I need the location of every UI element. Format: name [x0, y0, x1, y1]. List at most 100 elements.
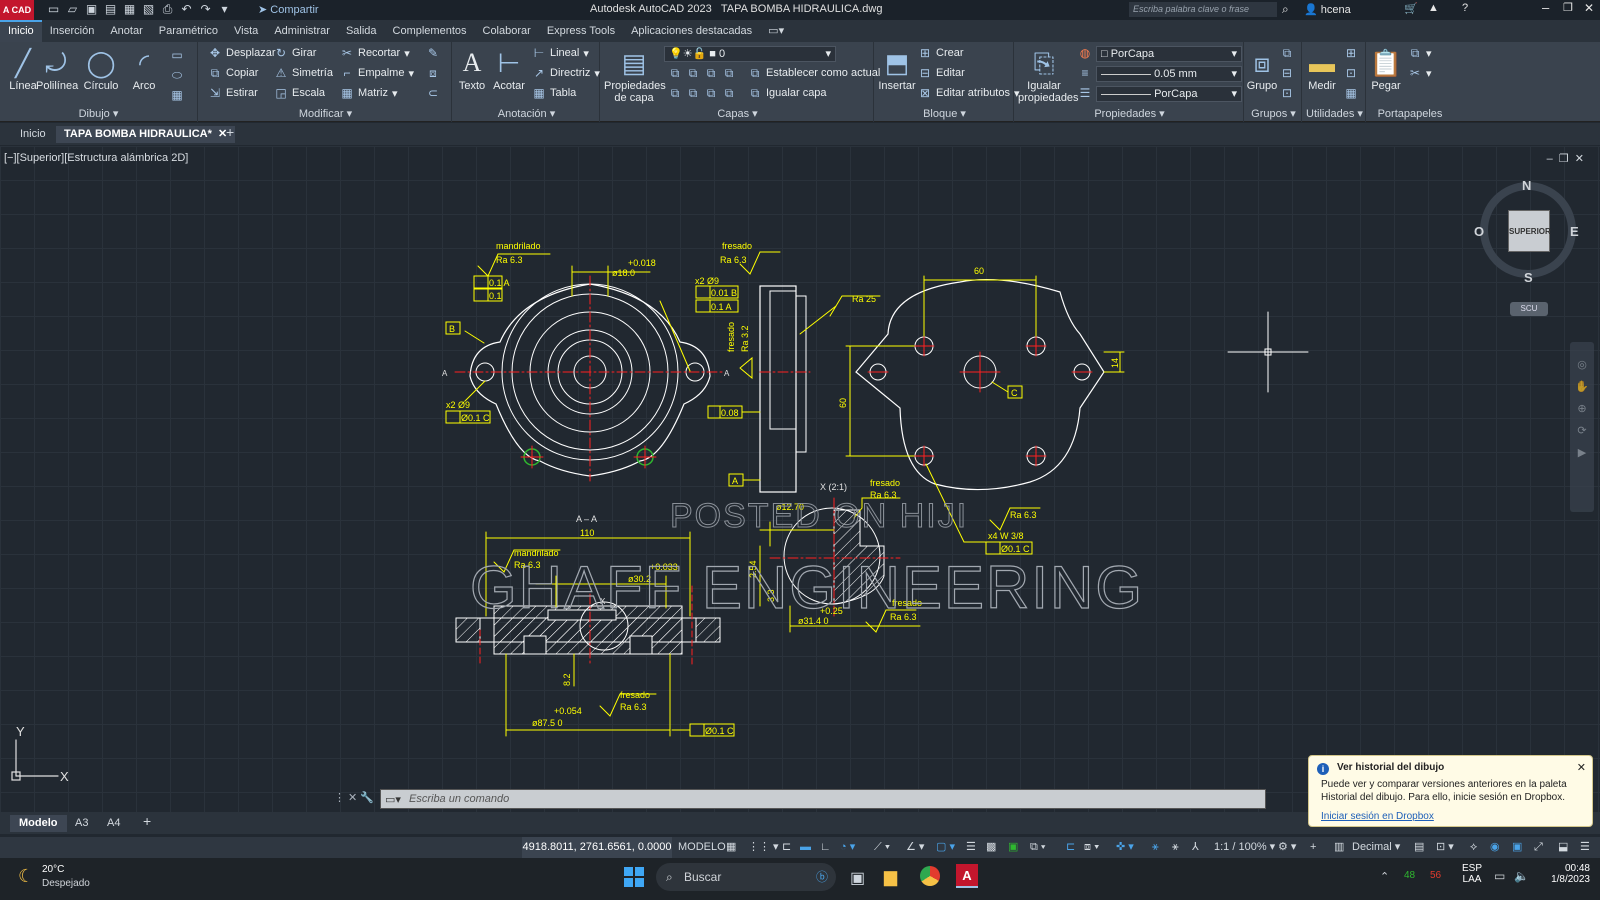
dynamic-ucs-icon[interactable]: ⊏ [1066, 837, 1075, 858]
redo-icon[interactable]: ↷ [198, 2, 213, 17]
share-button[interactable]: ➤ Compartir [258, 3, 319, 16]
tab-aplicaciones-destacadas[interactable]: Aplicaciones destacadas [623, 20, 760, 42]
panel-title-portapapeles[interactable]: Portapapeles [1368, 108, 1452, 120]
search-icon[interactable]: ⌕ [1282, 2, 1289, 17]
tab-active-drawing[interactable]: TAPA BOMBA HIDRAULICA* ✕ [56, 126, 236, 143]
customize-status-icon[interactable]: ☰ [1580, 837, 1590, 858]
taskbar-search[interactable]: ⌕ Buscar ⓑ [656, 863, 836, 891]
texto-button[interactable]: A Texto [454, 46, 490, 92]
matriz-button[interactable]: ▦ Matriz ▾ [340, 86, 397, 100]
file-explorer-icon[interactable]: ▆ [884, 867, 897, 887]
tab-express-tools[interactable]: Express Tools [539, 20, 623, 42]
transparency-icon[interactable]: ▩ [986, 837, 996, 858]
igualar-capa-button[interactable]: ⧉ Igualar capa [748, 86, 827, 100]
new-tab-button[interactable]: + [218, 124, 242, 141]
desplazar-button[interactable]: ✥ Desplazar [208, 46, 276, 60]
quick-properties-icon[interactable]: ▤ [1414, 837, 1424, 858]
group-select-icon[interactable]: ⊡ [1280, 86, 1294, 100]
arco-button[interactable]: ◜ Arco [126, 46, 162, 92]
viewcube-south[interactable]: S [1524, 270, 1533, 285]
dropbox-icon[interactable]: ⬓ [1558, 837, 1568, 858]
open-web-icon[interactable]: ▦ [122, 2, 137, 17]
graphics-performance-icon[interactable]: ◉ [1490, 837, 1500, 858]
minimize-icon[interactable]: – [1542, 0, 1549, 15]
save-web-icon[interactable]: ▧ [141, 2, 156, 17]
panel-title-grupos[interactable]: Grupos ▾ [1246, 107, 1301, 120]
user-menu[interactable]: 👤 hcena [1304, 3, 1351, 16]
auto-scale-icon[interactable]: ⚹ [1172, 837, 1179, 858]
tab-complementos[interactable]: Complementos [385, 20, 475, 42]
customize-qat-icon[interactable]: ▾ [217, 2, 232, 17]
command-line-handle[interactable]: ⋮ ✕ 🔧 [334, 791, 374, 804]
weather-desc[interactable]: Despejado [42, 878, 90, 889]
pegar-button[interactable]: 📋 Pegar [1368, 46, 1404, 92]
undo-icon[interactable]: ↶ [179, 2, 194, 17]
object-snap-icon[interactable]: ▢ ▾ [936, 837, 955, 858]
lock-ui-icon[interactable]: ⊡ ▾ [1436, 837, 1454, 858]
annotation-visibility-icon[interactable]: ⚹ [1152, 837, 1159, 858]
offset-icon[interactable]: ⊂ [426, 86, 440, 100]
selection-filter-icon[interactable]: ⧈ ▾ [1084, 837, 1099, 858]
annotation-scale-icon[interactable]: ⅄ [1192, 837, 1199, 858]
weather-moon-icon[interactable]: ☾ [18, 866, 34, 887]
autocad-logo[interactable]: A CAD [0, 0, 34, 20]
directriz-button[interactable]: ↗ Directriz ▾ [532, 66, 600, 80]
tab-administrar[interactable]: Administrar [266, 20, 338, 42]
circulo-button[interactable]: ◯ Círculo [80, 46, 122, 92]
panel-title-utilidades[interactable]: Utilidades ▾ [1304, 107, 1365, 120]
tray-app-icon-2[interactable]: 56 [1430, 870, 1441, 881]
fullscreen-icon[interactable]: ⤢ [1534, 837, 1543, 858]
tab-modelo[interactable]: Modelo [10, 815, 67, 832]
dropbox-login-link[interactable]: Iniciar sesión en Dropbox [1321, 811, 1434, 822]
help-icon[interactable]: ? [1462, 2, 1468, 14]
girar-button[interactable]: ↻ Girar [274, 46, 316, 60]
polar-tracking-icon[interactable]: ◔ ▾ [840, 837, 855, 858]
ellipse-icon[interactable]: ⬭ [170, 68, 184, 82]
tab-a3[interactable]: A3 [66, 815, 97, 832]
workspace-gear-icon[interactable]: ⚙ ▾ [1278, 837, 1296, 858]
language-indicator[interactable]: ESP LAA [1462, 863, 1482, 885]
igualar-propiedades-button[interactable]: ⎘ Igualar propiedades [1018, 46, 1079, 104]
annotation-monitor-icon[interactable]: + [1310, 837, 1316, 858]
tab-colaborar[interactable]: Colaborar [475, 20, 539, 42]
plot-icon[interactable]: ⎙ [160, 2, 175, 17]
layer-dropdown[interactable]: 💡☀🔓 ■ 0 ▾ [664, 46, 836, 62]
autodesk-account-icon[interactable]: ▲ [1428, 2, 1439, 14]
viewcube-face[interactable]: SUPERIOR [1508, 210, 1551, 252]
establecer-actual-button[interactable]: ⧉ Establecer como actual [748, 66, 881, 80]
erase-icon[interactable]: ✎ [426, 46, 440, 60]
medir-button[interactable]: ▬ Medir [1304, 46, 1340, 92]
tab-a4[interactable]: A4 [98, 815, 129, 832]
layer-tools-row1[interactable]: ⧉ ⧉ ⧉ ⧉ [668, 66, 736, 80]
tray-app-icon-1[interactable]: 48 [1404, 870, 1415, 881]
ucs-menu[interactable]: SCU [1510, 302, 1548, 316]
new-layout-button[interactable]: + [134, 813, 160, 830]
cart-icon[interactable]: 🛒 [1404, 2, 1418, 15]
cut-icon[interactable]: ✂ ▾ [1408, 66, 1432, 80]
tab-anotar[interactable]: Anotar [102, 20, 150, 42]
snap-icon[interactable]: ⋮⋮ ▾ [748, 837, 779, 858]
open-file-icon[interactable]: ▱ [65, 2, 80, 17]
tab-salida[interactable]: Salida [338, 20, 385, 42]
gizmo-icon[interactable]: ✜ ▾ [1116, 837, 1134, 858]
viewcube-east[interactable]: E [1570, 224, 1579, 239]
propiedades-capa-button[interactable]: ▤ Propiedades de capa [604, 46, 666, 104]
copiar-button[interactable]: ⧉ Copiar [208, 66, 259, 80]
close-icon[interactable]: ✕ [1584, 1, 1594, 15]
annotation-scale-dropdown[interactable]: 1:1 / 100% ▾ [1214, 837, 1275, 858]
notification-close-icon[interactable]: ✕ [1577, 761, 1586, 774]
tab-insercion[interactable]: Inserción [42, 20, 103, 42]
viewcube-north[interactable]: N [1522, 178, 1531, 193]
viewcube-west[interactable]: O [1474, 224, 1484, 239]
acotar-button[interactable]: ⊢ Acotar [490, 46, 528, 92]
tab-vista[interactable]: Vista [226, 20, 266, 42]
new-file-icon[interactable]: ▭ [46, 2, 61, 17]
panel-title-capas[interactable]: Capas ▾ [602, 107, 873, 120]
save-icon[interactable]: ▣ [84, 2, 99, 17]
isodraft-icon[interactable]: ⟋ ▾ [874, 837, 890, 858]
maximize-icon[interactable]: ❐ [1563, 1, 1573, 14]
panel-title-dibujo[interactable]: Dibujo ▾ [0, 107, 197, 120]
drawing-canvas[interactable]: [−][Superior][Estructura alámbrica 2D] –… [0, 146, 1600, 812]
crear-button[interactable]: ⊞ Crear [918, 46, 964, 60]
insertar-button[interactable]: ⬒ Insertar [876, 46, 918, 92]
